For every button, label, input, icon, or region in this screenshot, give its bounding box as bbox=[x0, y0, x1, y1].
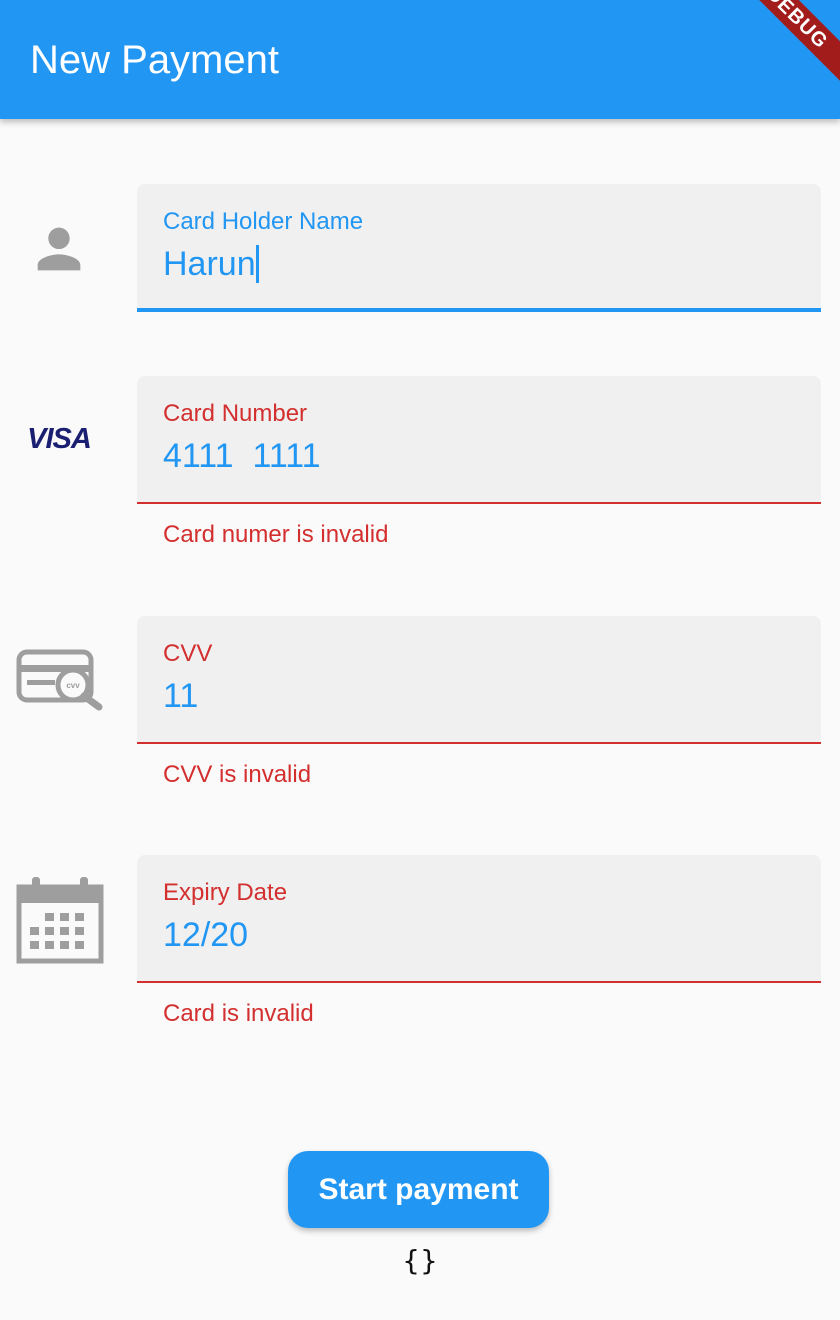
expiry-date-error: Card is invalid bbox=[163, 1000, 314, 1027]
visa-icon: VISA bbox=[14, 415, 104, 463]
card-holder-name-label: Card Holder Name bbox=[163, 208, 364, 235]
card-holder-name-field[interactable]: Card Holder Name Harun bbox=[137, 184, 821, 312]
card-number-input[interactable]: 4111 1111 bbox=[163, 436, 321, 476]
visa-brand-text: VISA bbox=[27, 422, 92, 455]
cvv-icon-text: cvv bbox=[66, 681, 80, 690]
expiry-date-input[interactable]: 12/20 bbox=[163, 915, 248, 955]
cvv-card-icon: cvv bbox=[14, 646, 106, 712]
card-number-label: Card Number bbox=[163, 400, 308, 427]
page-title: New Payment bbox=[30, 38, 279, 82]
cvv-error: CVV is invalid bbox=[163, 761, 312, 788]
card-holder-name-input[interactable]: Harun bbox=[163, 244, 259, 284]
expiry-date-field[interactable]: Expiry Date 12/20 bbox=[137, 855, 821, 983]
calendar-icon bbox=[14, 874, 106, 966]
cvv-label: CVV bbox=[163, 640, 213, 667]
card-number-field[interactable]: Card Number 4111 1111 bbox=[137, 376, 821, 504]
text-cursor bbox=[255, 245, 259, 283]
app-bar: New Payment DEBUG bbox=[0, 0, 840, 119]
card-number-error: Card numer is invalid bbox=[163, 521, 389, 548]
result-output: {} bbox=[402, 1244, 438, 1277]
expiry-date-label: Expiry Date bbox=[163, 879, 288, 906]
start-payment-button[interactable]: Start payment bbox=[288, 1151, 549, 1228]
card-holder-name-value: Harun bbox=[163, 245, 256, 283]
person-icon bbox=[20, 210, 98, 288]
debug-banner: DEBUG bbox=[719, 0, 840, 96]
cvv-field[interactable]: CVV 11 bbox=[137, 616, 821, 744]
cvv-input[interactable]: 11 bbox=[163, 676, 198, 716]
